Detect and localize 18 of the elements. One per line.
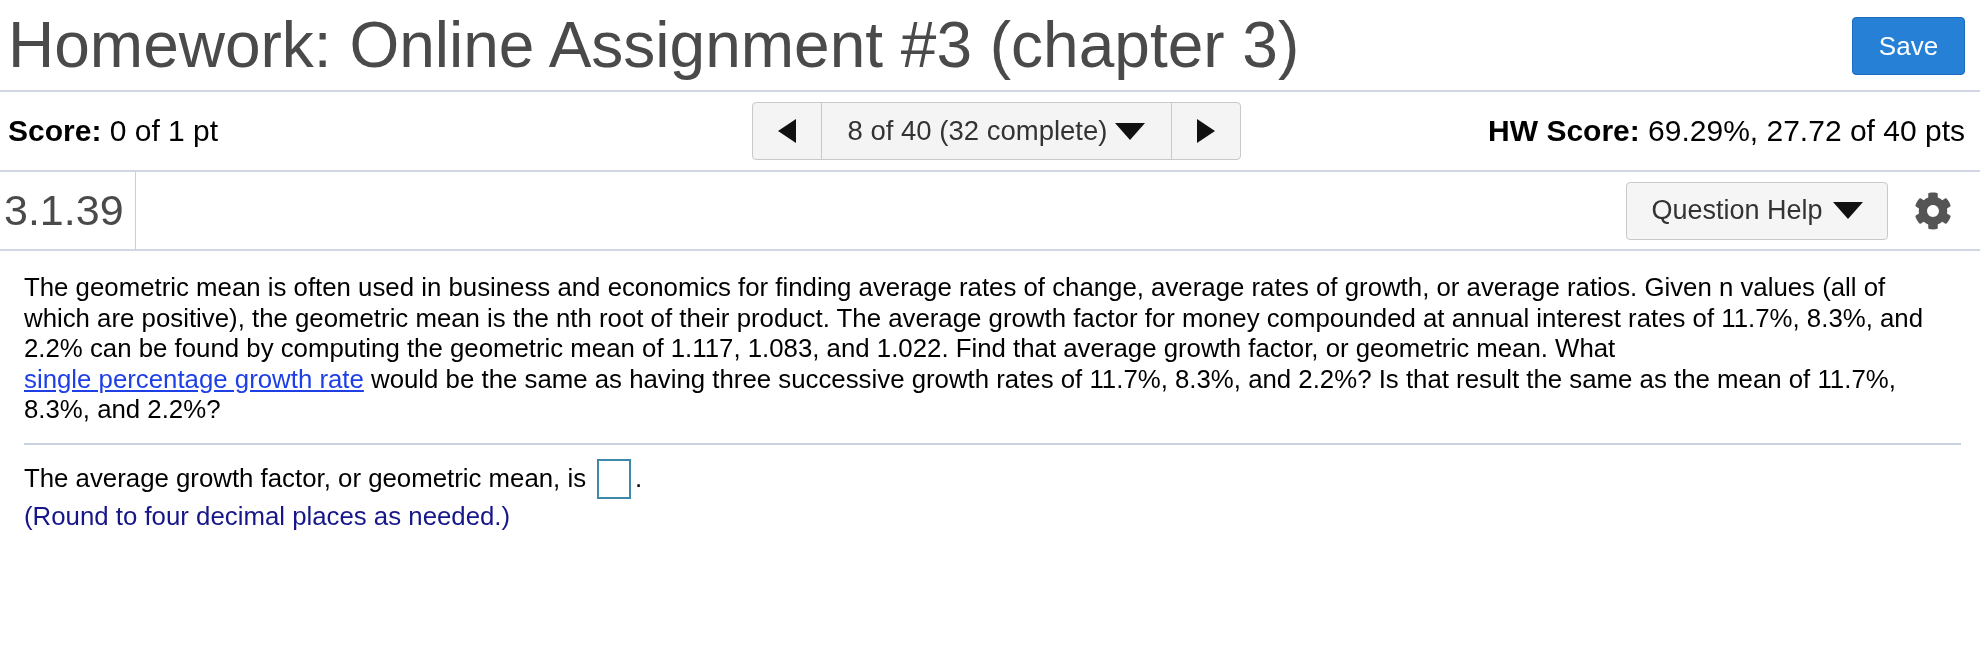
page-title: Homework: Online Assignment #3 (chapter 3): [8, 9, 1300, 81]
left-arrow-icon: [778, 119, 796, 143]
sentence-period: .: [635, 464, 643, 493]
save-button[interactable]: Save: [1852, 17, 1965, 75]
question-help-button[interactable]: Question Help: [1626, 181, 1888, 240]
settings-icon[interactable]: [1914, 191, 1952, 230]
caret-down-icon: [1115, 122, 1146, 140]
term-link[interactable]: single percentage growth rate: [24, 364, 364, 393]
answer-prompt: The average growth factor, or geometric mean, is: [24, 464, 587, 493]
hw-score-text: HW Score: 69.29%, 27.72 of 40 pts: [1488, 114, 1965, 148]
question-number: 3.1.39: [4, 172, 136, 249]
answer-box[interactable]: [597, 458, 632, 499]
right-arrow-icon: [1197, 119, 1215, 143]
score-text: Score: 0 of 1 pt: [8, 114, 219, 148]
caret-down-icon: [1832, 202, 1863, 219]
question-dropdown[interactable]: 8 of 40 (32 complete): [822, 103, 1171, 159]
question-text: The geometric mean is often used in business and economics for finding average rates of change, average rates of growth, or average ratios. Given n values (all of which are positive), the geometric mean is the nth root of their product. The average growth factor for money compounded at annual interest rates of 11.7%, 8.3%, and 2.2% can be found by computing the geometric mean of 1.117, 1.083, and 1.022. Find that average growth factor, or geometric mean. What single percentage growth rate would be the same as having three successive growth rates of 11.7%, 8.3%, and 2.2%? Is that result the same as the mean of 11.7%, 8.3%, and 2.2%?: [24, 272, 1925, 425]
rounding-hint: (Round to four decimal places as needed.): [24, 500, 512, 532]
